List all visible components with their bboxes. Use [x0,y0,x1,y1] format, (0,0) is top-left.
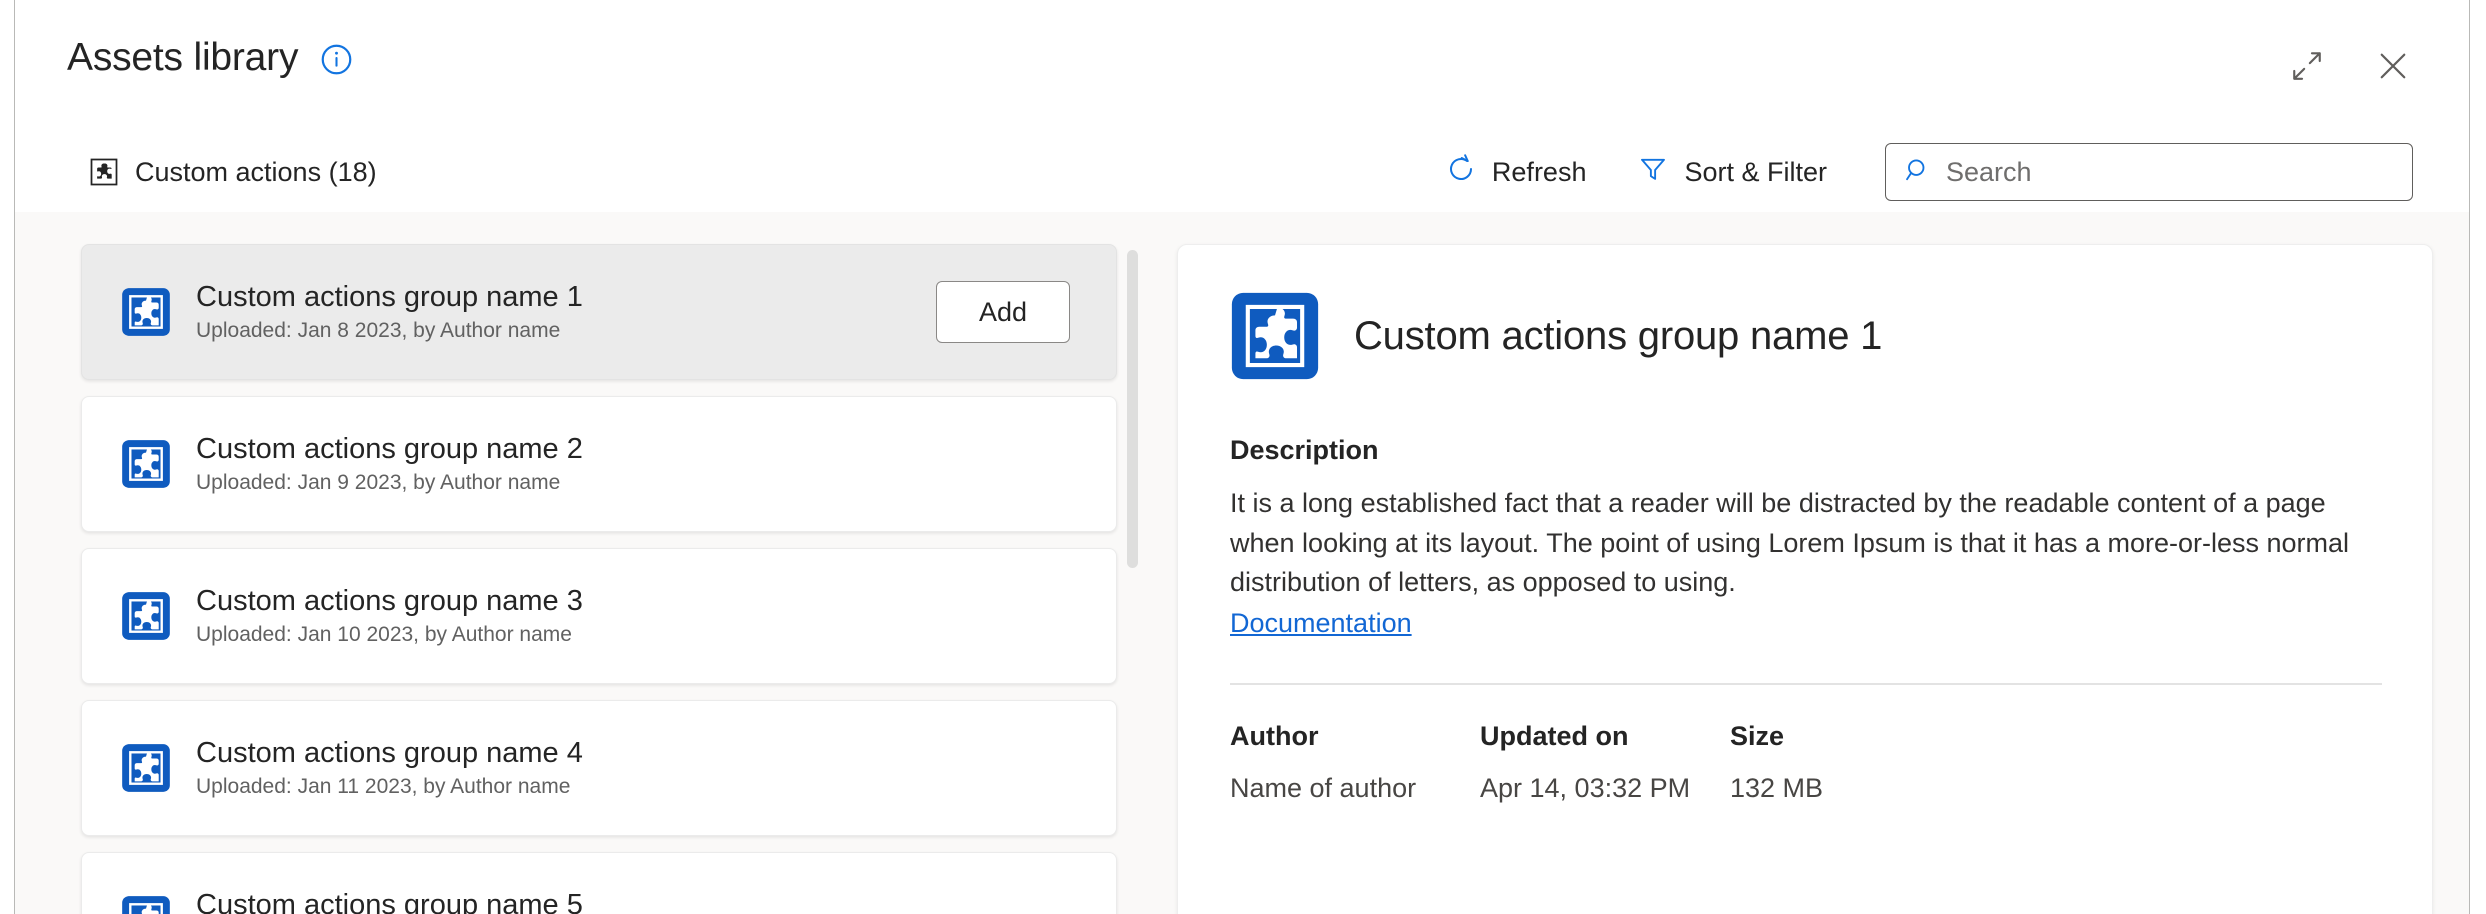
close-button[interactable] [2373,46,2413,86]
list-item-text: Custom actions group name 5 Uploaded: Ja… [196,889,1090,914]
list-item-title: Custom actions group name 1 [196,281,936,314]
puzzle-piece-icon [120,894,172,914]
dialog-header: Assets library [15,0,2469,212]
section-label-text: Custom actions (18) [135,157,377,188]
list-item-title: Custom actions group name 2 [196,433,1090,466]
list-item-text: Custom actions group name 4 Uploaded: Ja… [196,737,1090,799]
search-box[interactable] [1885,143,2413,201]
puzzle-piece-icon [1230,291,1320,381]
search-input[interactable] [1946,144,2394,200]
add-button[interactable]: Add [936,281,1070,343]
list-item-title: Custom actions group name 3 [196,585,1090,618]
description-text: It is a long established fact that a rea… [1230,484,2380,603]
puzzle-piece-icon [120,590,172,642]
list-scrollbar-thumb[interactable] [1127,250,1138,568]
detail-metadata: Author Updated on Size Name of author Ap… [1230,721,2380,804]
expand-button[interactable] [2287,46,2327,86]
puzzle-piece-icon [120,286,172,338]
list-scrollbar[interactable] [1127,250,1138,882]
list-item-title: Custom actions group name 4 [196,737,1090,770]
list-item-text: Custom actions group name 2 Uploaded: Ja… [196,433,1090,495]
list-item[interactable]: Custom actions group name 5 Uploaded: Ja… [81,852,1117,914]
search-icon [1904,156,1932,189]
funnel-icon [1638,154,1668,191]
list-item[interactable]: Custom actions group name 3 Uploaded: Ja… [81,548,1117,684]
dialog-body: Custom actions group name 1 Uploaded: Ja… [15,212,2469,914]
puzzle-piece-icon [120,742,172,794]
detail-header: Custom actions group name 1 [1230,291,2380,381]
asset-detail-panel: Custom actions group name 1 Description … [1177,244,2433,914]
puzzle-piece-icon [120,438,172,490]
author-heading: Author [1230,721,1480,752]
documentation-link[interactable]: Documentation [1230,608,1412,639]
subheader-row: Custom actions (18) Refresh [15,132,2469,212]
assets-list: Custom actions group name 1 Uploaded: Ja… [81,244,1117,914]
sort-filter-label: Sort & Filter [1684,157,1827,188]
list-item-subtitle: Uploaded: Jan 9 2023, by Author name [196,471,1090,495]
list-item-title: Custom actions group name 5 [196,889,1090,914]
list-item[interactable]: Custom actions group name 2 Uploaded: Ja… [81,396,1117,532]
updated-on-heading: Updated on [1480,721,1730,752]
sort-filter-button[interactable]: Sort & Filter [1612,144,1853,201]
list-item-subtitle: Uploaded: Jan 11 2023, by Author name [196,775,1090,799]
updated-on-value: Apr 14, 03:32 PM [1480,773,1730,804]
list-item[interactable]: Custom actions group name 4 Uploaded: Ja… [81,700,1117,836]
description-heading: Description [1230,435,2380,466]
window-controls [2287,46,2413,86]
expand-icon [2290,49,2324,83]
info-circle-icon[interactable] [320,40,353,76]
refresh-icon [1446,154,1476,191]
close-icon [2375,48,2411,84]
size-heading: Size [1730,721,1980,752]
assets-library-dialog: Assets library [14,0,2470,914]
size-value: 132 MB [1730,773,1980,804]
detail-divider [1230,683,2382,685]
toolbar: Refresh Sort & Filter [1420,143,2413,201]
puzzle-piece-icon [89,157,119,187]
list-item-subtitle: Uploaded: Jan 8 2023, by Author name [196,319,936,343]
author-value: Name of author [1230,773,1480,804]
page-title: Assets library [67,38,298,77]
refresh-button[interactable]: Refresh [1420,144,1613,201]
detail-title: Custom actions group name 1 [1354,314,1882,359]
title-row: Assets library [67,38,353,77]
section-label: Custom actions (18) [89,157,377,188]
assets-list-panel: Custom actions group name 1 Uploaded: Ja… [15,212,1145,914]
list-item[interactable]: Custom actions group name 1 Uploaded: Ja… [81,244,1117,380]
list-item-text: Custom actions group name 3 Uploaded: Ja… [196,585,1090,647]
list-item-subtitle: Uploaded: Jan 10 2023, by Author name [196,623,1090,647]
refresh-label: Refresh [1492,157,1587,188]
list-item-text: Custom actions group name 1 Uploaded: Ja… [196,281,936,343]
